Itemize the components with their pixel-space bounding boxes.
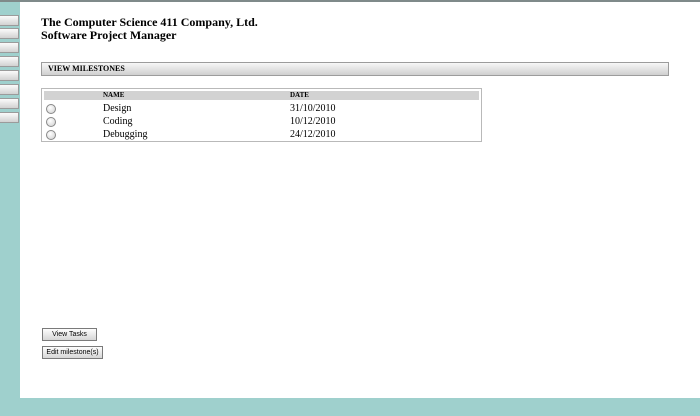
section-title-bar: VIEW MILESTONES: [41, 62, 669, 76]
edit-milestones-button[interactable]: Edit milestone(s): [42, 346, 103, 359]
column-header-name: NAME: [103, 91, 125, 99]
side-tab-1[interactable]: [0, 15, 19, 26]
view-tasks-button[interactable]: View Tasks: [42, 328, 97, 341]
column-header-date: DATE: [290, 91, 309, 99]
main-content-panel: The Computer Science 411 Company, Ltd. S…: [20, 2, 700, 398]
row-select-radio[interactable]: [46, 117, 56, 127]
left-navigation-strip: [0, 2, 20, 416]
side-tab-7[interactable]: [0, 98, 19, 109]
table-header: NAME DATE: [44, 91, 479, 100]
milestones-table: NAME DATE Design 31/10/2010 Coding 10/12…: [41, 88, 482, 142]
milestone-date: 10/12/2010: [290, 116, 336, 127]
table-row: Design 31/10/2010: [42, 102, 481, 115]
table-row: Coding 10/12/2010: [42, 115, 481, 128]
table-row: Debugging 24/12/2010: [42, 128, 481, 141]
milestone-name: Design: [103, 103, 132, 114]
side-tab-3[interactable]: [0, 42, 19, 53]
side-tab-6[interactable]: [0, 84, 19, 95]
app-name: Software Project Manager: [41, 28, 177, 42]
row-select-radio[interactable]: [46, 104, 56, 114]
milestone-name: Debugging: [103, 129, 148, 140]
milestone-date: 24/12/2010: [290, 129, 336, 140]
row-select-radio[interactable]: [46, 130, 56, 140]
milestone-date: 31/10/2010: [290, 103, 336, 114]
side-tab-5[interactable]: [0, 70, 19, 81]
milestone-name: Coding: [103, 116, 133, 127]
side-tab-2[interactable]: [0, 28, 19, 39]
side-tab-4[interactable]: [0, 56, 19, 67]
side-tab-8[interactable]: [0, 112, 19, 123]
